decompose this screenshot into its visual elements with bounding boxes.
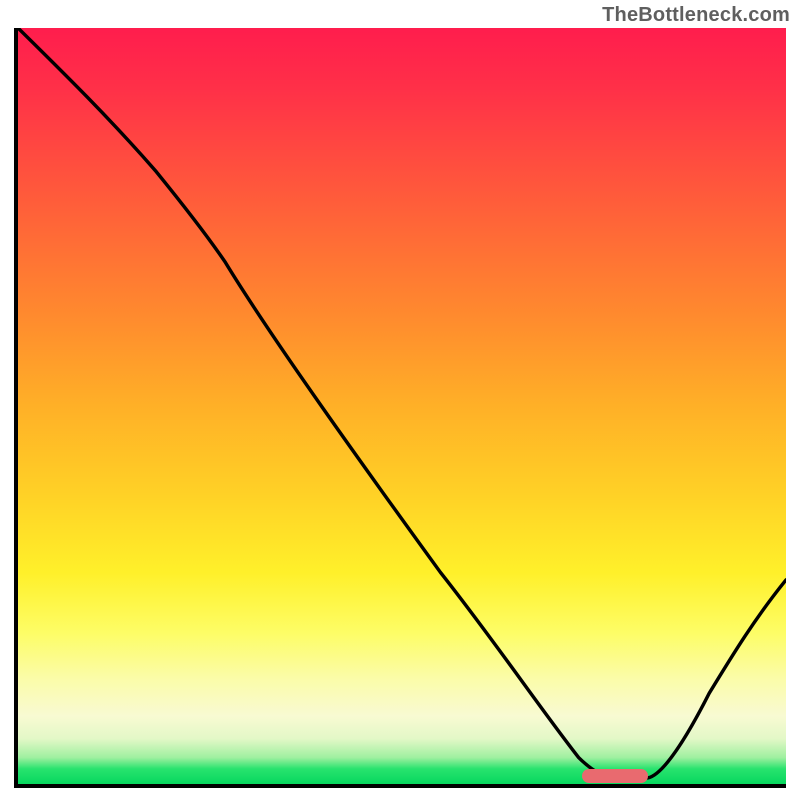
bottleneck-curve [18,28,786,784]
optimum-marker [582,769,647,783]
watermark-text: TheBottleneck.com [602,4,790,27]
plot-area [14,28,786,788]
chart-wrapper: TheBottleneck.com [0,0,800,800]
curve-path [18,28,786,778]
